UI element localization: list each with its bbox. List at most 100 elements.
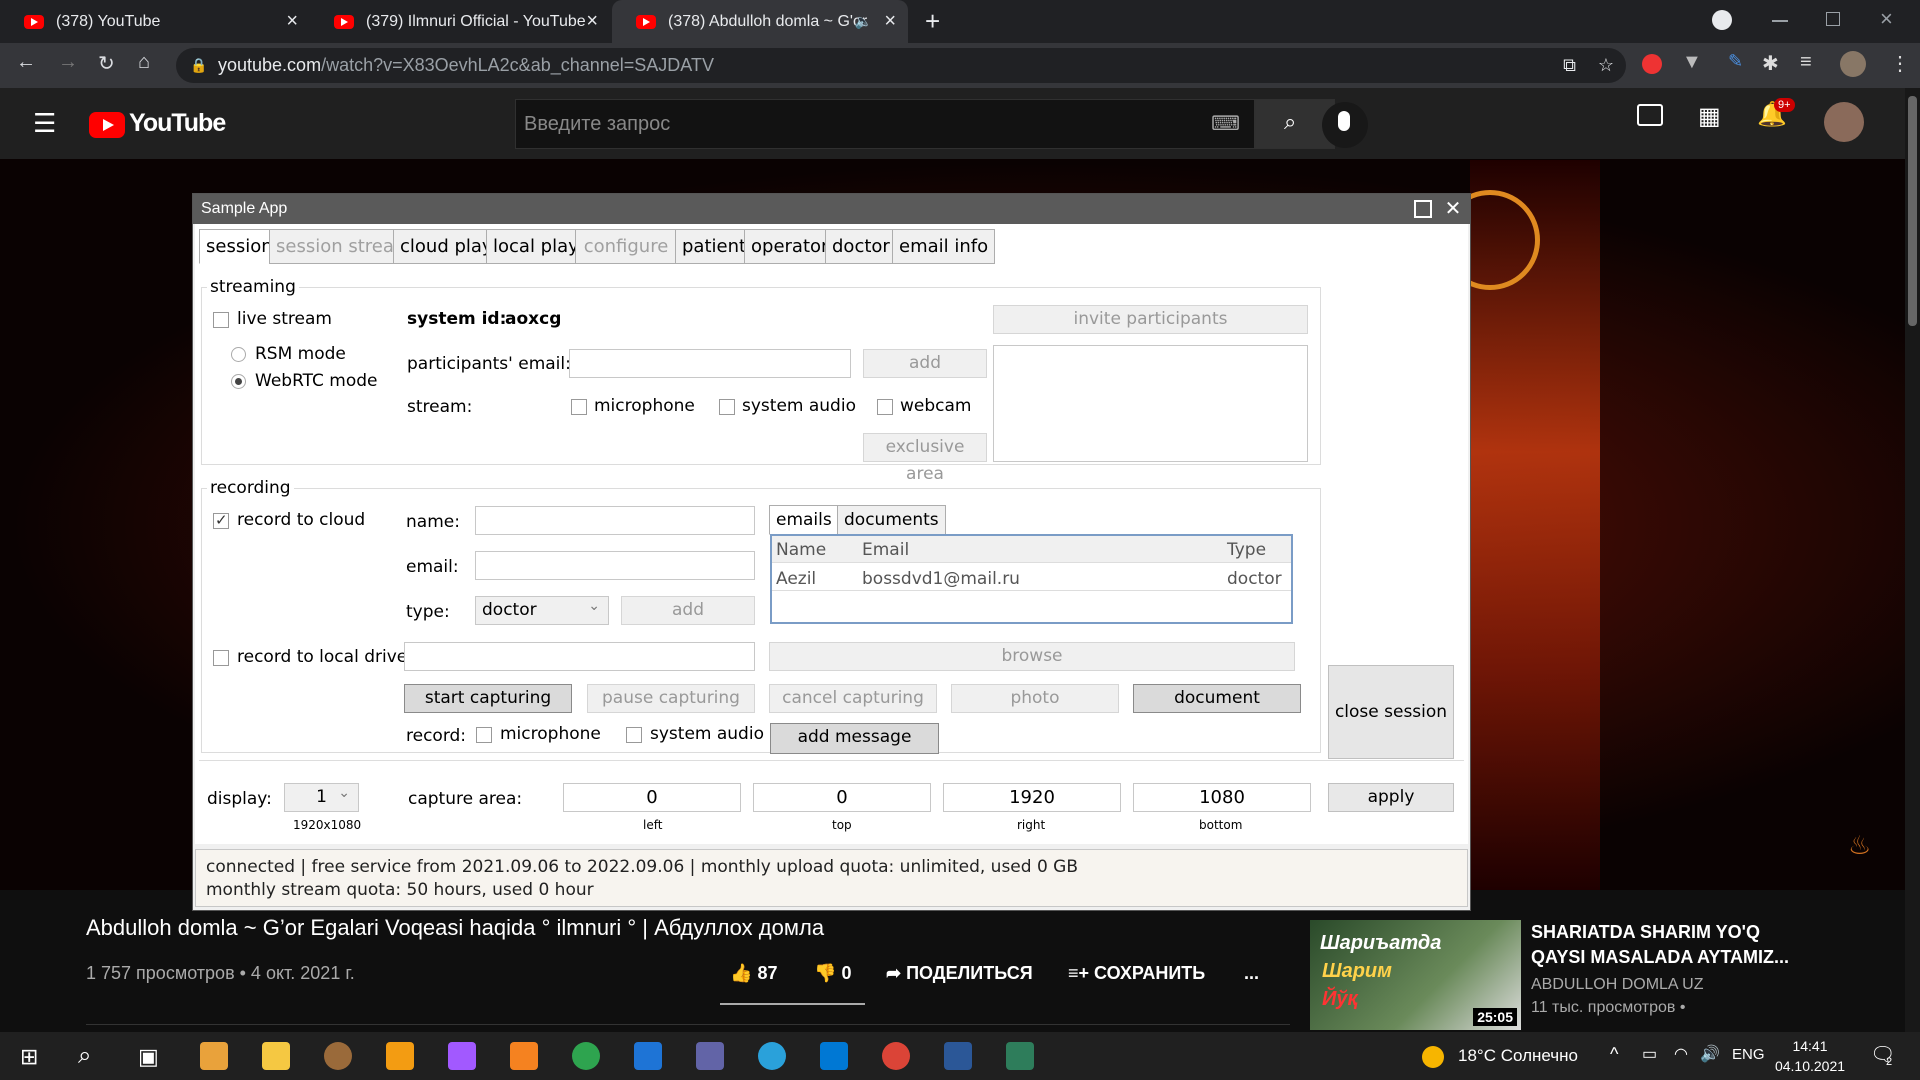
app-nodes-icon[interactable] — [510, 1042, 538, 1070]
close-tab-icon[interactable]: × — [586, 10, 598, 33]
vscode-icon[interactable] — [820, 1042, 848, 1070]
document-button[interactable]: document — [1133, 684, 1301, 713]
close-tab-icon[interactable]: × — [884, 10, 896, 33]
search-input[interactable]: Введите запрос ⌨ — [515, 99, 1255, 149]
add-recipient-button[interactable]: add — [621, 596, 755, 625]
photo-button[interactable]: photo — [951, 684, 1119, 713]
extension-pen-icon[interactable]: ✎ — [1728, 51, 1743, 72]
stream-system-audio-checkbox[interactable] — [719, 399, 735, 415]
volume-icon[interactable]: 🔊 — [1700, 1044, 1720, 1064]
weather-sun-icon[interactable] — [1422, 1046, 1444, 1068]
tray-chevron-icon[interactable]: ^ — [1610, 1044, 1618, 1065]
task-view-icon[interactable]: ▣ — [138, 1044, 159, 1070]
record-to-local-checkbox[interactable] — [213, 650, 229, 666]
browser-tab-3[interactable]: (378) Abdulloh domla ~ G'or 🔈 × — [612, 0, 908, 43]
windows-start-icon[interactable]: ⊞ — [20, 1044, 38, 1070]
participants-email-input[interactable] — [569, 349, 851, 378]
weather-text[interactable]: 18°C Солнечно — [1458, 1046, 1578, 1066]
pause-capturing-button[interactable]: pause capturing — [587, 684, 755, 713]
tab-doctor[interactable]: doctor — [825, 229, 897, 264]
like-button[interactable]: 👍 87 — [730, 963, 777, 984]
capture-right-input[interactable]: 1920 — [943, 783, 1121, 812]
documents-tab[interactable]: documents — [837, 505, 946, 535]
window-close-icon[interactable]: ✕ — [1442, 198, 1464, 220]
grid-row[interactable] — [772, 564, 1291, 591]
grid-header-type[interactable]: Type — [1227, 540, 1266, 560]
tab-cloud-play[interactable]: cloud play — [393, 229, 500, 264]
sample-app-taskbar-icon[interactable] — [1006, 1042, 1034, 1070]
search-icon[interactable]: ⌕ — [78, 1042, 91, 1070]
related-channel-name[interactable]: ABDULLOH DOMLA UZ — [1531, 976, 1703, 994]
tab-search-icon[interactable] — [1712, 10, 1732, 30]
cancel-capturing-button[interactable]: cancel capturing — [769, 684, 937, 713]
hamburger-menu-icon[interactable]: ☰ — [33, 108, 56, 139]
stream-webcam-checkbox[interactable] — [877, 399, 893, 415]
telegram-icon[interactable] — [758, 1042, 786, 1070]
display-select[interactable]: 1 — [284, 780, 359, 812]
record-microphone-checkbox[interactable] — [476, 727, 492, 743]
back-icon[interactable]: ← — [16, 51, 36, 74]
window-maximize-icon[interactable] — [1414, 200, 1432, 218]
teams-icon[interactable] — [696, 1042, 724, 1070]
battery-icon[interactable]: ▭ — [1642, 1044, 1657, 1064]
reload-icon[interactable]: ↻ — [98, 51, 115, 76]
rsm-mode-radio[interactable] — [231, 347, 246, 362]
voice-search-button[interactable] — [1322, 102, 1368, 148]
keyboard-icon[interactable]: ⌨ — [1211, 100, 1240, 148]
store-icon[interactable] — [200, 1042, 228, 1070]
emails-tab[interactable]: emails — [769, 505, 839, 535]
mail-icon[interactable] — [634, 1042, 662, 1070]
media-control-icon[interactable]: ≡ — [1800, 51, 1812, 74]
wifi-icon[interactable]: ◠ — [1674, 1044, 1688, 1064]
capture-left-input[interactable]: 0 — [563, 783, 741, 812]
extension-adblock-icon[interactable] — [1642, 54, 1662, 74]
save-button[interactable]: ≡+ СОХРАНИТЬ — [1068, 963, 1205, 984]
create-video-icon[interactable] — [1637, 104, 1663, 126]
invite-participants-button[interactable]: invite participants — [993, 305, 1308, 334]
browser-tab-1[interactable]: (378) YouTube × — [0, 0, 310, 43]
extensions-puzzle-icon[interactable]: ✱ — [1762, 51, 1779, 76]
chrome-icon[interactable] — [882, 1042, 910, 1070]
participants-list[interactable] — [993, 345, 1308, 462]
stream-microphone-checkbox[interactable] — [571, 399, 587, 415]
extension-v-icon[interactable]: ▼ — [1682, 51, 1702, 74]
add-participant-button[interactable]: add — [863, 349, 987, 378]
bookmark-star-icon[interactable]: ☆ — [1598, 48, 1614, 83]
window-titlebar[interactable]: Sample App — [193, 194, 1470, 224]
capture-top-input[interactable]: 0 — [753, 783, 931, 812]
forward-icon[interactable]: → — [58, 51, 78, 74]
browse-button[interactable]: browse — [769, 642, 1295, 671]
dislike-button[interactable]: 👎 0 — [814, 963, 851, 984]
grid-cell-name[interactable]: Aezil — [776, 569, 816, 589]
account-avatar[interactable] — [1824, 102, 1864, 142]
grid-header-email[interactable]: Email — [862, 540, 909, 560]
evernote-icon[interactable] — [572, 1042, 600, 1070]
figma-icon[interactable] — [448, 1042, 476, 1070]
webrtc-mode-radio[interactable] — [231, 374, 246, 389]
channel-branding-icon[interactable]: ♨ — [1848, 830, 1871, 861]
local-path-input[interactable] — [404, 642, 755, 671]
exclusive-area-button[interactable]: exclusive area — [863, 433, 987, 484]
grid-cell-type[interactable]: doctor — [1227, 569, 1282, 589]
close-session-button[interactable]: close session — [1328, 665, 1454, 759]
browser-tab-2[interactable]: (379) Ilmnuri Official - YouTube × — [310, 0, 610, 43]
file-explorer-icon[interactable] — [262, 1042, 290, 1070]
tab-local-play[interactable]: local play — [486, 229, 586, 264]
home-icon[interactable]: ⌂ — [138, 51, 150, 74]
app-flag-icon[interactable] — [386, 1042, 414, 1070]
name-input[interactable] — [475, 506, 755, 535]
tab-operator[interactable]: operator — [744, 229, 836, 264]
language-indicator[interactable]: ENG — [1732, 1046, 1765, 1063]
clock[interactable]: 14:41 04.10.2021 — [1770, 1036, 1850, 1076]
minimize-icon[interactable] — [1772, 20, 1788, 22]
chrome-menu-icon[interactable]: ⋮ — [1890, 51, 1910, 76]
email-input[interactable] — [475, 551, 755, 580]
speaker-icon[interactable]: 🔈 — [855, 13, 872, 30]
tab-session[interactable]: session — [199, 229, 280, 264]
powershell-icon[interactable] — [944, 1042, 972, 1070]
apply-button[interactable]: apply — [1328, 783, 1454, 812]
tab-patient[interactable]: patient — [675, 229, 754, 264]
window-close-icon[interactable]: × — [1880, 6, 1893, 32]
related-video-thumbnail[interactable]: Шариъатда Шарим Йўқ 25:05 — [1310, 920, 1521, 1030]
grid-header-name[interactable]: Name — [776, 540, 826, 560]
